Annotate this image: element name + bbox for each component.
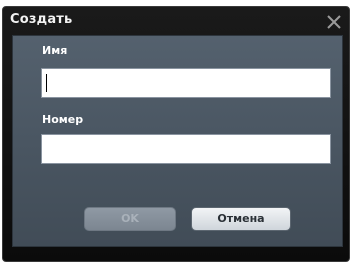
close-button[interactable]	[325, 13, 343, 31]
text-caret	[46, 74, 47, 92]
cancel-button[interactable]: Отмена	[191, 207, 291, 231]
form-panel: Имя Номер OK Отмена	[12, 35, 343, 247]
dialog-title: Создать	[10, 12, 73, 27]
ok-button[interactable]: OK	[84, 207, 176, 231]
name-label: Имя	[42, 44, 68, 57]
number-label: Номер	[42, 113, 84, 126]
name-input[interactable]	[41, 68, 331, 98]
number-input[interactable]	[41, 134, 331, 164]
dialog-titlebar: Создать	[3, 7, 349, 33]
close-icon	[327, 15, 341, 29]
create-dialog: Создать Имя Номер OK Отмена	[2, 6, 350, 262]
